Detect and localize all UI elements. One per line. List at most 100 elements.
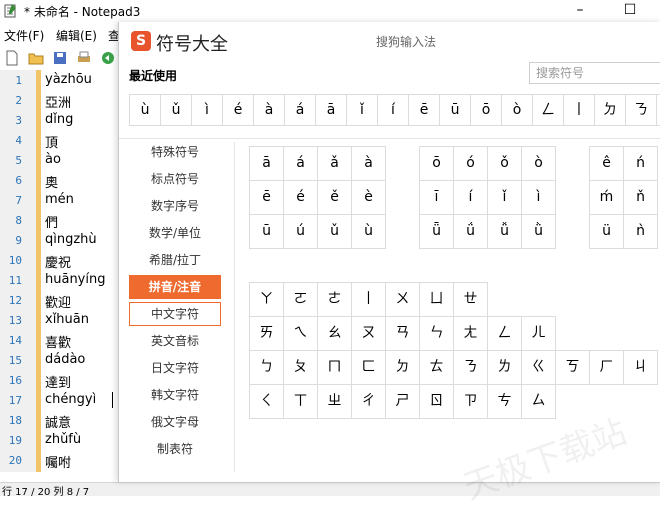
symbol-cell[interactable]: ㄚ bbox=[249, 282, 284, 317]
symbol-cell[interactable]: ㄊ bbox=[419, 350, 454, 385]
symbol-cell[interactable]: é bbox=[283, 180, 318, 215]
recent-symbol[interactable]: ò bbox=[502, 95, 533, 125]
code-line[interactable]: chéngyì bbox=[45, 392, 96, 407]
symbol-cell[interactable]: ㄎ bbox=[555, 350, 590, 385]
symbol-cell[interactable]: ㄐ bbox=[623, 350, 658, 385]
code-line[interactable]: 奧 bbox=[45, 172, 58, 191]
symbol-cell[interactable]: ú bbox=[283, 214, 318, 249]
code-line[interactable]: 喜歡 bbox=[45, 332, 71, 351]
code-line[interactable]: dǐng bbox=[45, 112, 73, 127]
category-item[interactable]: 特殊符号 bbox=[129, 140, 221, 164]
recent-symbol[interactable]: 丨 bbox=[564, 95, 595, 125]
category-item[interactable]: 希腊/拉丁 bbox=[129, 248, 221, 272]
symbol-cell[interactable]: ㄇ bbox=[317, 350, 352, 385]
symbol-cell[interactable]: ㄗ bbox=[453, 384, 488, 419]
code-line[interactable]: yàzhōu bbox=[45, 72, 92, 87]
symbol-cell[interactable]: ㄍ bbox=[521, 350, 556, 385]
symbol-cell[interactable]: ㄤ bbox=[453, 316, 488, 351]
code-line[interactable]: 歡迎 bbox=[45, 292, 71, 311]
symbol-cell[interactable]: ì bbox=[521, 180, 556, 215]
symbol-cell[interactable]: ě bbox=[317, 180, 352, 215]
undo-icon[interactable] bbox=[100, 50, 116, 66]
symbol-cell[interactable]: ē bbox=[249, 180, 284, 215]
symbol-cell[interactable]: ê bbox=[589, 146, 624, 181]
save-icon[interactable] bbox=[52, 50, 68, 66]
code-line[interactable]: 亞洲 bbox=[45, 92, 71, 111]
symbol-cell[interactable]: ǚ bbox=[487, 214, 522, 249]
symbol-cell[interactable]: ń bbox=[623, 146, 658, 181]
recent-symbol[interactable]: à bbox=[254, 95, 285, 125]
symbol-cell[interactable]: ǹ bbox=[623, 214, 658, 249]
symbol-cell[interactable]: ㄩ bbox=[419, 282, 454, 317]
symbol-cell[interactable]: ㄟ bbox=[283, 316, 318, 351]
category-item[interactable]: 数字序号 bbox=[129, 194, 221, 218]
symbol-cell[interactable]: í bbox=[453, 180, 488, 215]
code-line[interactable]: zhǔfù bbox=[45, 432, 81, 447]
symbol-cell[interactable]: ò bbox=[521, 146, 556, 181]
code-line[interactable]: 慶祝 bbox=[45, 252, 71, 271]
menu-edit[interactable]: 编辑(E) bbox=[56, 27, 97, 44]
recent-symbol[interactable]: í bbox=[378, 95, 409, 125]
new-file-icon[interactable] bbox=[4, 50, 20, 66]
symbol-cell[interactable]: ǘ bbox=[453, 214, 488, 249]
recent-symbol[interactable]: ㄋ bbox=[626, 95, 657, 125]
symbol-cell[interactable]: ü bbox=[589, 214, 624, 249]
recent-symbol[interactable]: á bbox=[285, 95, 316, 125]
recent-symbol[interactable]: ō bbox=[471, 95, 502, 125]
code-line[interactable]: dádào bbox=[45, 352, 85, 367]
recent-symbol[interactable]: ù bbox=[130, 95, 161, 125]
category-item[interactable]: 制表符 bbox=[129, 437, 221, 461]
symbol-cell[interactable]: ㄏ bbox=[589, 350, 624, 385]
category-item[interactable]: 拼音/注音 bbox=[129, 275, 221, 299]
symbol-cell[interactable]: ㄢ bbox=[385, 316, 420, 351]
symbol-cell[interactable]: ㄦ bbox=[521, 316, 556, 351]
code-line[interactable]: 囑咐 bbox=[45, 452, 71, 471]
symbol-cell[interactable]: ǐ bbox=[487, 180, 522, 215]
recent-symbol[interactable]: ǔ bbox=[161, 95, 192, 125]
code-line[interactable]: 誠意 bbox=[45, 412, 71, 431]
symbol-cell[interactable]: ㄒ bbox=[283, 384, 318, 419]
menu-file[interactable]: 文件(F) bbox=[4, 27, 44, 44]
symbol-cell[interactable]: ㄨ bbox=[385, 282, 420, 317]
editor-area[interactable]: 1 yàzhōu 2 亞洲 3 dǐng 4 頂 5 ào 6 奧 7 mén 8 們 9 qìngzhù 10 慶祝… bbox=[0, 70, 120, 482]
symbol-cell[interactable]: ū bbox=[249, 214, 284, 249]
category-item[interactable]: 英文音标 bbox=[129, 329, 221, 353]
code-line[interactable]: xǐhuān bbox=[45, 312, 89, 327]
recent-symbol[interactable]: ā bbox=[316, 95, 347, 125]
symbol-cell[interactable]: ㄝ bbox=[453, 282, 488, 317]
recent-symbol[interactable]: ū bbox=[440, 95, 471, 125]
symbol-cell[interactable]: á bbox=[283, 146, 318, 181]
symbol-cell[interactable]: ǜ bbox=[521, 214, 556, 249]
symbol-cell[interactable]: ㄘ bbox=[487, 384, 522, 419]
symbol-cell[interactable]: ㄕ bbox=[385, 384, 420, 419]
symbol-cell[interactable]: ㄑ bbox=[249, 384, 284, 419]
symbol-cell[interactable]: ㄋ bbox=[453, 350, 488, 385]
symbol-cell[interactable]: ī bbox=[419, 180, 454, 215]
code-line[interactable]: 頂 bbox=[45, 132, 58, 151]
code-line[interactable]: 們 bbox=[45, 212, 58, 231]
symbol-search-input[interactable]: 搜索符号 bbox=[529, 62, 660, 84]
category-item[interactable]: 俄文字母 bbox=[129, 410, 221, 434]
symbol-cell[interactable]: ㄖ bbox=[419, 384, 454, 419]
symbol-cell[interactable]: ù bbox=[351, 214, 386, 249]
recent-symbol[interactable]: ㄥ bbox=[533, 95, 564, 125]
symbol-cell[interactable]: ㄡ bbox=[351, 316, 386, 351]
print-icon[interactable] bbox=[76, 50, 92, 66]
category-item[interactable]: 韩文字符 bbox=[129, 383, 221, 407]
symbol-cell[interactable]: ㄆ bbox=[283, 350, 318, 385]
symbol-cell[interactable]: ㄈ bbox=[351, 350, 386, 385]
symbol-cell[interactable]: ㄔ bbox=[351, 384, 386, 419]
symbol-cell[interactable]: ō bbox=[419, 146, 454, 181]
category-item[interactable]: 中文字符 bbox=[129, 302, 221, 326]
symbol-cell[interactable]: ǖ bbox=[419, 214, 454, 249]
recent-symbol[interactable]: ē bbox=[409, 95, 440, 125]
symbol-cell[interactable]: ó bbox=[453, 146, 488, 181]
symbol-cell[interactable]: ㄙ bbox=[521, 384, 556, 419]
symbol-cell[interactable]: ㄠ bbox=[317, 316, 352, 351]
symbol-cell[interactable]: ㄌ bbox=[487, 350, 522, 385]
symbol-cell[interactable]: ㄥ bbox=[487, 316, 522, 351]
symbol-cell[interactable]: ḿ bbox=[589, 180, 624, 215]
symbol-cell[interactable]: ㄅ bbox=[249, 350, 284, 385]
symbol-cell[interactable]: è bbox=[351, 180, 386, 215]
recent-symbol[interactable]: é bbox=[223, 95, 254, 125]
